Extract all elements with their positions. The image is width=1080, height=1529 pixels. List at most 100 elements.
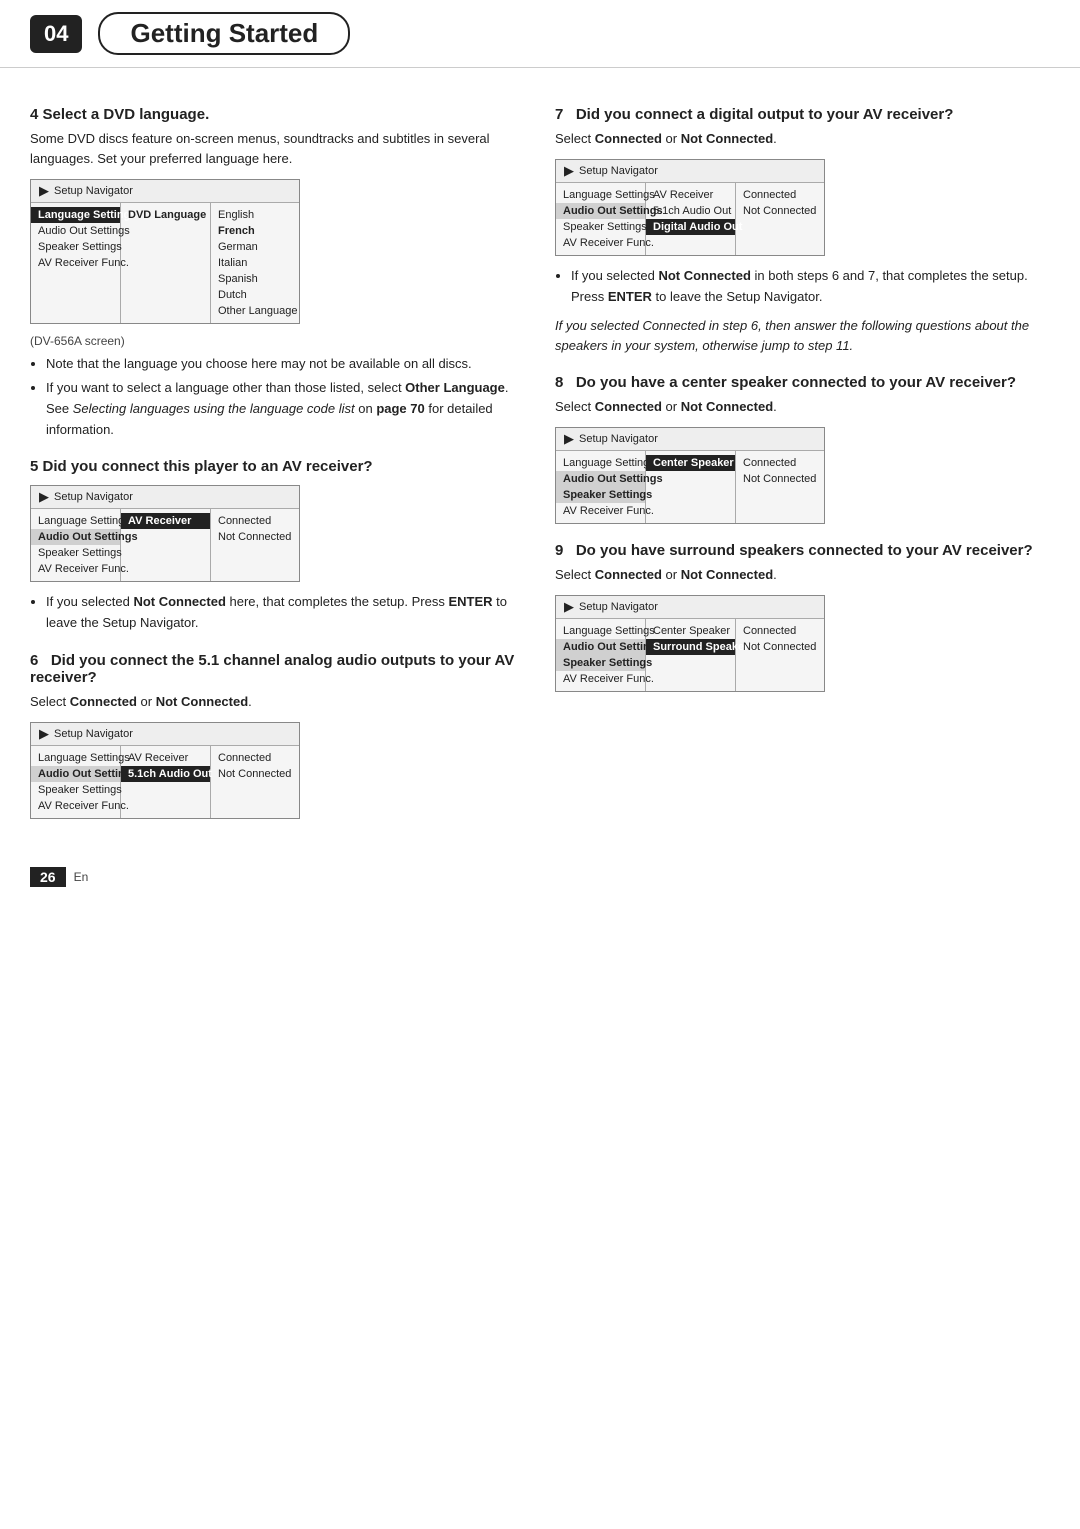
screen-note-4: (DV-656A screen) <box>30 334 525 348</box>
section4-heading: 4 Select a DVD language. <box>30 106 525 123</box>
nav-cell-audio-7: Audio Out Settings <box>556 203 645 219</box>
navigator-label-6: Setup Navigator <box>54 728 133 740</box>
navigator-icon-9: ▶ <box>564 599 574 615</box>
setup-nav-section9: ▶ Setup Navigator Language Settings Audi… <box>555 595 825 692</box>
nav-cell-speaker-5: Speaker Settings <box>31 545 120 561</box>
nav-col1-9: Language Settings Audio Out Settings Spe… <box>556 619 646 691</box>
bullet-4-2: If you want to select a language other t… <box>46 378 525 440</box>
setup-nav-title-7: ▶ Setup Navigator <box>556 160 824 183</box>
page-lang: En <box>74 870 89 884</box>
nav-col1-6: Language Settings Audio Out Settings Spe… <box>31 746 121 818</box>
content-columns: 4 Select a DVD language. Some DVD discs … <box>0 78 1080 849</box>
nav-col3-5: Connected Not Connected <box>211 509 301 581</box>
nav-cell-av-receiver-6: AV Receiver <box>121 750 210 766</box>
nav-col2-4: DVD Language <box>121 203 211 323</box>
nav-cell-lang-5: Language Settings <box>31 513 120 529</box>
nav-cell-speaker-9: Speaker Settings <box>556 655 645 671</box>
nav-cell-av-5: AV Receiver Func. <box>31 561 120 577</box>
nav-cell-speaker-8: Speaker Settings <box>556 487 645 503</box>
bullet-5-1: If you selected Not Connected here, that… <box>46 592 525 634</box>
section9-heading: 9 Do you have surround speakers connecte… <box>555 542 1050 559</box>
nav-cell-spanish: Spanish <box>211 271 301 287</box>
nav-cell-notconnected-6: Not Connected <box>211 766 301 782</box>
nav-col2-9: Center Speaker Surround Speakers <box>646 619 736 691</box>
setup-nav-title-9: ▶ Setup Navigator <box>556 596 824 619</box>
setup-nav-title-5: ▶ Setup Navigator <box>31 486 299 509</box>
navigator-label-9: Setup Navigator <box>579 601 658 613</box>
section5-bullets: If you selected Not Connected here, that… <box>30 592 525 634</box>
nav-cell-5ch-7: 5.1ch Audio Out <box>646 203 735 219</box>
section6-subheading: Select Connected or Not Connected. <box>30 692 525 712</box>
nav-cell-av-receiver-7: AV Receiver <box>646 187 735 203</box>
nav-cell-audio-8: Audio Out Settings <box>556 471 645 487</box>
section4-body: Some DVD discs feature on-screen menus, … <box>30 129 525 169</box>
nav-table-4: Language Settings Audio Out Settings Spe… <box>31 203 299 323</box>
nav-cell-dvd-lang-4: DVD Language <box>121 207 210 223</box>
nav-cell-av-9: AV Receiver Func. <box>556 671 645 687</box>
bullet-4-1: Note that the language you choose here m… <box>46 354 525 375</box>
navigator-label-4: Setup Navigator <box>54 185 133 197</box>
nav-col1-8: Language Settings Audio Out Settings Spe… <box>556 451 646 523</box>
nav-cell-connected-6: Connected <box>211 750 301 766</box>
nav-table-6: Language Settings Audio Out Settings Spe… <box>31 746 299 818</box>
nav-cell-connected-9: Connected <box>736 623 826 639</box>
section6-heading: 6 Did you connect the 5.1 channel analog… <box>30 652 525 686</box>
nav-col3-9: Connected Not Connected <box>736 619 826 691</box>
nav-cell-audio-out-4: Audio Out Settings <box>31 223 120 239</box>
nav-cell-speaker-7: Speaker Settings <box>556 219 645 235</box>
nav-table-9: Language Settings Audio Out Settings Spe… <box>556 619 824 691</box>
setup-nav-section5: ▶ Setup Navigator Language Settings Audi… <box>30 485 300 582</box>
navigator-icon-7: ▶ <box>564 163 574 179</box>
left-column: 4 Select a DVD language. Some DVD discs … <box>30 88 525 829</box>
right-column: 7 Did you connect a digital output to yo… <box>555 88 1050 829</box>
nav-col2-6: AV Receiver 5.1ch Audio Out <box>121 746 211 818</box>
section7-italic-note: If you selected Connected in step 6, the… <box>555 316 1050 356</box>
nav-cell-av-func-4: AV Receiver Func. <box>31 255 120 271</box>
navigator-icon-8: ▶ <box>564 431 574 447</box>
bullet-7-1: If you selected Not Connected in both st… <box>571 266 1050 308</box>
nav-table-5: Language Settings Audio Out Settings Spe… <box>31 509 299 581</box>
setup-nav-section6: ▶ Setup Navigator Language Settings Audi… <box>30 722 300 819</box>
nav-table-8: Language Settings Audio Out Settings Spe… <box>556 451 824 523</box>
setup-nav-section8: ▶ Setup Navigator Language Settings Audi… <box>555 427 825 524</box>
nav-table-7: Language Settings Audio Out Settings Spe… <box>556 183 824 255</box>
nav-cell-speaker-6: Speaker Settings <box>31 782 120 798</box>
nav-cell-connected-7: Connected <box>736 187 826 203</box>
nav-cell-av-receiver-5: AV Receiver <box>121 513 210 529</box>
nav-cell-notconnected-7: Not Connected <box>736 203 826 219</box>
nav-cell-english: English <box>211 207 301 223</box>
page-footer: 26 En <box>0 859 1080 895</box>
section8-heading: 8 Do you have a center speaker connected… <box>555 374 1050 391</box>
page-title: Getting Started <box>98 12 350 55</box>
nav-cell-connected-5: Connected <box>211 513 301 529</box>
nav-cell-connected-8: Connected <box>736 455 826 471</box>
navigator-label-8: Setup Navigator <box>579 433 658 445</box>
section4-bullets: Note that the language you choose here m… <box>30 354 525 440</box>
section7-heading: 7 Did you connect a digital output to yo… <box>555 106 1050 123</box>
nav-cell-lang-settings-4: Language Settings <box>31 207 120 223</box>
nav-col3-6: Connected Not Connected <box>211 746 301 818</box>
section8-subheading: Select Connected or Not Connected. <box>555 397 1050 417</box>
navigator-label-7: Setup Navigator <box>579 165 658 177</box>
nav-cell-5ch-6: 5.1ch Audio Out <box>121 766 210 782</box>
nav-cell-notconnected-8: Not Connected <box>736 471 826 487</box>
nav-cell-speaker-4: Speaker Settings <box>31 239 120 255</box>
section5-heading: 5 Did you connect this player to an AV r… <box>30 458 525 475</box>
navigator-icon-6: ▶ <box>39 726 49 742</box>
nav-cell-lang-9: Language Settings <box>556 623 645 639</box>
nav-cell-center-speaker-9: Center Speaker <box>646 623 735 639</box>
setup-nav-title-4: ▶ Setup Navigator <box>31 180 299 203</box>
nav-cell-notconnected-5: Not Connected <box>211 529 301 545</box>
section9-subheading: Select Connected or Not Connected. <box>555 565 1050 585</box>
navigator-icon-4: ▶ <box>39 183 49 199</box>
nav-col1-7: Language Settings Audio Out Settings Spe… <box>556 183 646 255</box>
nav-cell-lang-8: Language Settings <box>556 455 645 471</box>
nav-col3-7: Connected Not Connected <box>736 183 826 255</box>
chapter-badge: 04 <box>30 15 82 53</box>
setup-nav-title-8: ▶ Setup Navigator <box>556 428 824 451</box>
nav-cell-french: French <box>211 223 301 239</box>
nav-cell-center-speaker-8: Center Speaker <box>646 455 735 471</box>
section7-bullets: If you selected Not Connected in both st… <box>555 266 1050 308</box>
nav-col2-8: Center Speaker <box>646 451 736 523</box>
navigator-label-5: Setup Navigator <box>54 491 133 503</box>
